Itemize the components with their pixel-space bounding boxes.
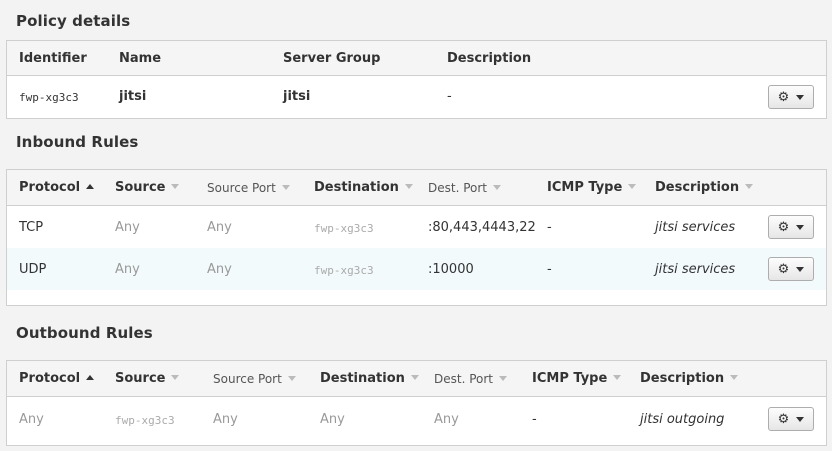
- rule-icmp-type: -: [547, 220, 552, 235]
- sort-icon: [493, 185, 501, 190]
- caret-down-icon: [796, 224, 805, 230]
- caret-down-icon: [796, 416, 805, 422]
- rule-source: Any: [115, 220, 140, 235]
- rule-actions-button[interactable]: ⚙: [768, 257, 814, 281]
- policy-details-table: Identifier Name Server Group Description…: [6, 40, 827, 119]
- col-dest-port[interactable]: Dest. Port: [434, 372, 507, 386]
- rule-protocol: UDP: [19, 262, 47, 277]
- col-destination[interactable]: Destination: [314, 180, 413, 195]
- policy-name: jitsi: [119, 89, 147, 104]
- rule-source-port: Any: [213, 412, 238, 427]
- rule-actions-button[interactable]: ⚙: [768, 215, 814, 239]
- sort-icon: [171, 375, 180, 380]
- rule-description: jitsi outgoing: [640, 412, 725, 427]
- rule-icmp-type: -: [532, 412, 537, 427]
- outbound-rules-table: Protocol Source Source Port Destination …: [6, 360, 827, 446]
- col-description[interactable]: Description: [640, 371, 739, 386]
- policy-table-header: Identifier Name Server Group Description: [7, 41, 826, 76]
- gear-icon: ⚙: [777, 261, 790, 277]
- rule-icmp-type: -: [547, 262, 552, 277]
- sort-asc-icon: [86, 375, 95, 380]
- sort-icon: [171, 184, 180, 189]
- col-icmp-type[interactable]: ICMP Type: [532, 371, 622, 386]
- policy-description: -: [447, 89, 452, 104]
- outbound-rules-heading: Outbound Rules: [16, 324, 153, 342]
- rule-destination: fwp-xg3c3: [314, 222, 374, 235]
- col-identifier: Identifier: [19, 51, 87, 66]
- rule-source-port: Any: [207, 262, 232, 277]
- sort-icon: [499, 376, 507, 381]
- rule-actions-button[interactable]: ⚙: [768, 407, 814, 431]
- col-destination[interactable]: Destination: [320, 371, 419, 386]
- caret-down-icon: [796, 94, 805, 100]
- table-row: TCP Any Any fwp-xg3c3 :80,443,4443,22 - …: [7, 206, 826, 248]
- policy-server-group: jitsi: [283, 89, 311, 104]
- sort-icon: [613, 375, 622, 380]
- rule-description: jitsi services: [655, 262, 736, 277]
- table-row: UDP Any Any fwp-xg3c3 :10000 - jitsi ser…: [7, 248, 826, 290]
- policy-identifier: fwp-xg3c3: [19, 91, 79, 104]
- rule-dest-port: :10000: [428, 262, 474, 277]
- inbound-rules-heading: Inbound Rules: [16, 133, 139, 151]
- rule-source: fwp-xg3c3: [115, 414, 175, 427]
- sort-icon: [730, 375, 739, 380]
- col-dest-port[interactable]: Dest. Port: [428, 181, 501, 195]
- gear-icon: ⚙: [777, 219, 790, 235]
- sort-icon: [281, 185, 290, 190]
- table-row: fwp-xg3c3 jitsi jitsi - ⚙: [7, 76, 826, 119]
- col-description: Description: [447, 51, 532, 66]
- sort-icon: [628, 184, 637, 189]
- inbound-rules-table: Protocol Source Source Port Destination …: [6, 169, 827, 306]
- rule-description: jitsi services: [655, 220, 736, 235]
- sort-icon: [745, 184, 754, 189]
- col-source-port[interactable]: Source Port: [213, 372, 296, 386]
- col-protocol[interactable]: Protocol: [19, 180, 95, 195]
- sort-asc-icon: [86, 184, 95, 189]
- gear-icon: ⚙: [777, 411, 790, 427]
- sort-icon: [404, 184, 413, 189]
- col-server-group: Server Group: [283, 51, 381, 66]
- rule-destination: Any: [320, 412, 345, 427]
- sort-icon: [410, 375, 419, 380]
- outbound-table-header: Protocol Source Source Port Destination …: [7, 361, 826, 397]
- col-name: Name: [119, 51, 162, 66]
- col-source[interactable]: Source: [115, 180, 180, 195]
- policy-details-heading: Policy details: [16, 12, 131, 30]
- rule-protocol: Any: [19, 412, 44, 427]
- rule-dest-port: :80,443,4443,22: [428, 220, 536, 235]
- rule-source-port: Any: [207, 220, 232, 235]
- sort-icon: [287, 376, 296, 381]
- col-source[interactable]: Source: [115, 371, 180, 386]
- rule-source: Any: [115, 262, 140, 277]
- col-source-port[interactable]: Source Port: [207, 181, 290, 195]
- rule-destination: fwp-xg3c3: [314, 264, 374, 277]
- table-row: Any fwp-xg3c3 Any Any Any - jitsi outgoi…: [7, 397, 826, 445]
- inbound-table-header: Protocol Source Source Port Destination …: [7, 170, 826, 206]
- col-description[interactable]: Description: [655, 180, 754, 195]
- col-icmp-type[interactable]: ICMP Type: [547, 180, 637, 195]
- rule-dest-port: Any: [434, 412, 459, 427]
- caret-down-icon: [796, 266, 805, 272]
- col-protocol[interactable]: Protocol: [19, 371, 95, 386]
- rule-protocol: TCP: [19, 220, 44, 235]
- policy-actions-button[interactable]: ⚙: [768, 85, 814, 109]
- gear-icon: ⚙: [777, 89, 790, 105]
